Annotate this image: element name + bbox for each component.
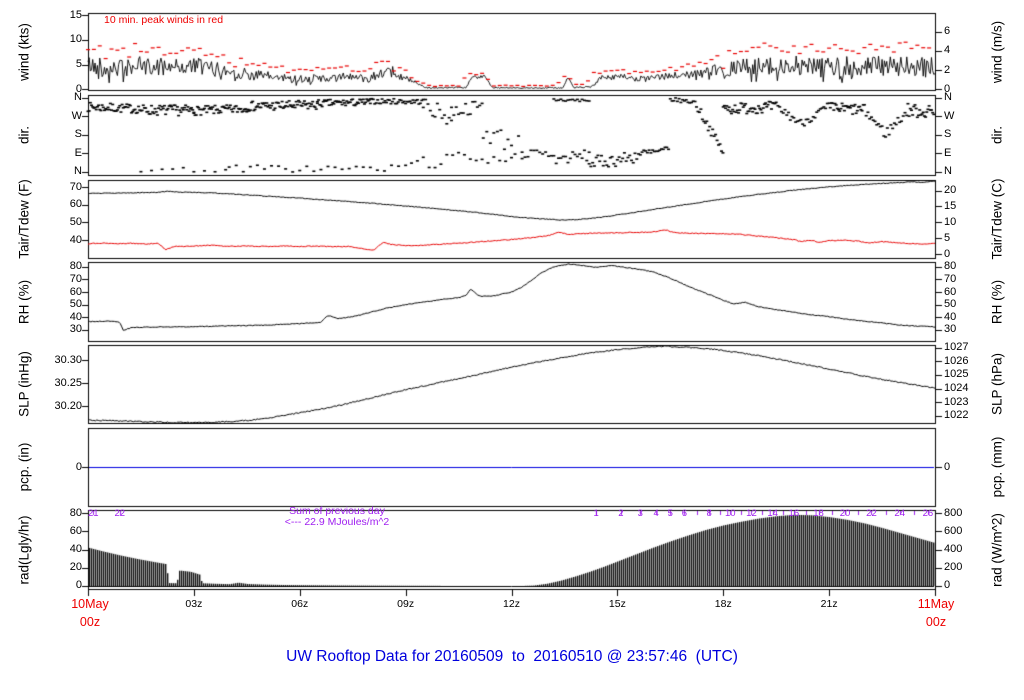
weather-dashboard: 0510150246NWSENNWSEN40506070051015203040… bbox=[0, 0, 1024, 700]
y-tick-right-tair_tdew: 15 bbox=[944, 201, 990, 212]
y-tick-right-rad: 400 bbox=[944, 544, 990, 555]
y-tick-left-dir: S bbox=[36, 129, 82, 140]
y-tick-right-tair_tdew: 20 bbox=[944, 185, 990, 196]
sum-previous-day-value: <--- 22.9 MJoules/m^2 bbox=[285, 517, 389, 528]
y-tick-left-rad: 80 bbox=[36, 508, 82, 519]
y-tick-left-rh: 80 bbox=[36, 261, 82, 272]
xaxis-end-date: 11May bbox=[901, 598, 971, 611]
axis-title-wind-kts: wind (kts) bbox=[17, 23, 32, 81]
y-tick-right-slp: 1023 bbox=[944, 397, 990, 408]
xaxis-end-hour: 00z bbox=[901, 616, 971, 629]
axis-title-rh-right: RH (%) bbox=[990, 279, 1005, 323]
y-tick-left-rh: 60 bbox=[36, 287, 82, 298]
y-tick-left-dir: E bbox=[36, 148, 82, 159]
y-tick-left-rh: 50 bbox=[36, 299, 82, 310]
y-tick-right-tair_tdew: 10 bbox=[944, 217, 990, 228]
y-tick-left-dir: N bbox=[36, 166, 82, 177]
x-tick-06z: 06z bbox=[275, 599, 325, 610]
y-tick-left-tair_tdew: 60 bbox=[36, 199, 82, 210]
y-tick-right-slp: 1022 bbox=[944, 410, 990, 421]
y-tick-left-slp: 30.30 bbox=[36, 355, 82, 366]
axis-title-tair-c: Tair/Tdew (C) bbox=[990, 178, 1005, 259]
x-tick-12z: 12z bbox=[487, 599, 537, 610]
y-tick-right-slp: 1024 bbox=[944, 383, 990, 394]
y-tick-left-rh: 40 bbox=[36, 312, 82, 323]
chart-title: UW Rooftop Data for 20160509 to 20160510… bbox=[0, 648, 1024, 665]
peak-winds-annotation: 10 min. peak winds in red bbox=[104, 15, 223, 26]
y-tick-left-pcp: 0 bbox=[36, 462, 82, 473]
cum-mjoule-mark-1: 1 bbox=[584, 509, 608, 519]
y-tick-right-rh: 30 bbox=[944, 324, 990, 335]
axis-title-dir-right: dir. bbox=[990, 126, 1005, 144]
y-tick-right-rad: 600 bbox=[944, 526, 990, 537]
y-tick-left-tair_tdew: 70 bbox=[36, 182, 82, 193]
axis-title-pcp-in: pcp. (in) bbox=[17, 443, 32, 492]
axis-title-slp-inhg: SLP (inHg) bbox=[17, 351, 32, 417]
y-tick-right-rh: 60 bbox=[944, 287, 990, 298]
axis-title-rad-wm2: rad (W/m^2) bbox=[990, 513, 1005, 587]
y-tick-right-tair_tdew: 5 bbox=[944, 233, 990, 244]
y-tick-right-slp: 1026 bbox=[944, 356, 990, 367]
multipanel-plot-canvas bbox=[0, 0, 1024, 700]
y-tick-right-dir: N bbox=[944, 92, 990, 103]
axis-title-slp-hpa: SLP (hPa) bbox=[990, 353, 1005, 415]
y-tick-left-rad: 40 bbox=[36, 544, 82, 555]
cum-mjoule-mark-6: 6 bbox=[672, 509, 696, 519]
y-tick-right-dir: W bbox=[944, 111, 990, 122]
y-tick-right-dir: E bbox=[944, 148, 990, 159]
axis-title-dir-left: dir. bbox=[17, 126, 32, 144]
y-tick-right-rad: 800 bbox=[944, 508, 990, 519]
y-tick-left-tair_tdew: 50 bbox=[36, 217, 82, 228]
y-tick-left-slp: 30.20 bbox=[36, 401, 82, 412]
y-tick-right-rad: 200 bbox=[944, 562, 990, 573]
axis-title-pcp-mm: pcp. (mm) bbox=[990, 437, 1005, 498]
y-tick-left-rad: 60 bbox=[36, 526, 82, 537]
y-tick-left-wind: 5 bbox=[36, 59, 82, 70]
xaxis-start-hour: 00z bbox=[55, 616, 125, 629]
y-tick-left-rad: 20 bbox=[36, 562, 82, 573]
y-tick-right-pcp: 0 bbox=[944, 462, 990, 473]
axis-title-wind-ms: wind (m/s) bbox=[990, 20, 1005, 82]
cum-mjoule-mark-21: 21 bbox=[81, 509, 105, 519]
y-tick-right-dir: S bbox=[944, 129, 990, 140]
y-tick-right-rh: 40 bbox=[944, 312, 990, 323]
cum-mjoule-mark-24: 24 bbox=[888, 509, 912, 519]
cum-mjoule-mark-22: 22 bbox=[108, 509, 132, 519]
y-tick-left-rh: 70 bbox=[36, 274, 82, 285]
y-tick-left-wind: 10 bbox=[36, 34, 82, 45]
y-tick-left-tair_tdew: 40 bbox=[36, 235, 82, 246]
y-tick-right-wind: 4 bbox=[944, 45, 990, 56]
cum-mjoule-mark-20: 20 bbox=[833, 509, 857, 519]
cum-mjoule-mark-16: 16 bbox=[782, 509, 806, 519]
cum-mjoule-mark-18: 18 bbox=[807, 509, 831, 519]
axis-title-tair-f: Tair/Tdew (F) bbox=[17, 179, 32, 259]
y-tick-right-tair_tdew: 0 bbox=[944, 249, 990, 260]
y-tick-left-wind: 15 bbox=[36, 10, 82, 21]
y-tick-left-rh: 30 bbox=[36, 324, 82, 335]
cum-mjoule-mark-26: 26 bbox=[916, 509, 940, 519]
axis-title-rad-lgly: rad(Lgly/hr) bbox=[17, 515, 32, 584]
x-tick-21z: 21z bbox=[804, 599, 854, 610]
y-tick-right-rh: 50 bbox=[944, 299, 990, 310]
y-tick-left-slp: 30.25 bbox=[36, 378, 82, 389]
y-tick-right-dir: N bbox=[944, 166, 990, 177]
y-tick-right-wind: 6 bbox=[944, 26, 990, 37]
x-tick-09z: 09z bbox=[381, 599, 431, 610]
x-tick-18z: 18z bbox=[698, 599, 748, 610]
y-tick-right-wind: 2 bbox=[944, 65, 990, 76]
y-tick-left-dir: N bbox=[36, 92, 82, 103]
y-tick-right-rh: 80 bbox=[944, 261, 990, 272]
y-tick-right-rh: 70 bbox=[944, 274, 990, 285]
y-tick-right-rad: 0 bbox=[944, 580, 990, 591]
x-tick-03z: 03z bbox=[169, 599, 219, 610]
xaxis-start-date: 10May bbox=[55, 598, 125, 611]
y-tick-right-slp: 1027 bbox=[944, 342, 990, 353]
y-tick-right-slp: 1025 bbox=[944, 369, 990, 380]
y-tick-left-rad: 0 bbox=[36, 580, 82, 591]
y-tick-left-dir: W bbox=[36, 111, 82, 122]
axis-title-rh-left: RH (%) bbox=[17, 279, 32, 323]
x-tick-15z: 15z bbox=[592, 599, 642, 610]
cum-mjoule-mark-22: 22 bbox=[859, 509, 883, 519]
